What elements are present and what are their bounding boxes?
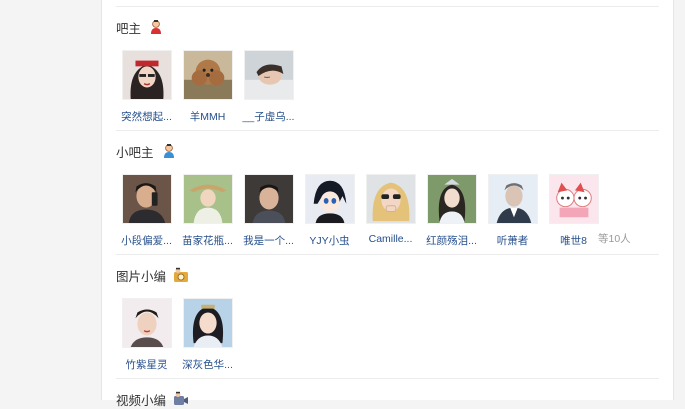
divider bbox=[116, 378, 659, 379]
member-card[interactable]: Camille... bbox=[360, 174, 421, 248]
avatar[interactable] bbox=[304, 174, 355, 224]
section-title-video-editors: 视频小编 bbox=[116, 389, 189, 409]
member-name[interactable]: __子虚乌... bbox=[238, 109, 299, 124]
section-title-text: 视频小编 bbox=[116, 393, 167, 408]
member-card[interactable]: 听萧者 bbox=[482, 174, 543, 248]
avatar[interactable] bbox=[121, 298, 172, 348]
sub-owner-badge-icon bbox=[163, 144, 174, 158]
member-name[interactable]: 唯世8 bbox=[543, 233, 604, 248]
section-title-text: 小吧主 bbox=[116, 145, 154, 160]
member-card[interactable]: 竹紫星灵 bbox=[116, 298, 177, 372]
avatar[interactable] bbox=[182, 50, 233, 100]
member-card[interactable]: 唯世8 bbox=[543, 174, 604, 248]
member-name[interactable]: 红颜殇泪... bbox=[421, 233, 482, 248]
more-count[interactable]: 等10人 bbox=[598, 231, 631, 246]
photo-editor-list: 竹紫星灵 深灰色华... bbox=[116, 298, 238, 372]
member-card[interactable]: 小段偏爱... bbox=[116, 174, 177, 248]
avatar[interactable] bbox=[426, 174, 477, 224]
member-card[interactable]: 苗家花瓶... bbox=[177, 174, 238, 248]
video-editor-badge-icon bbox=[174, 391, 189, 405]
member-card[interactable]: 深灰色华... bbox=[177, 298, 238, 372]
sub-owner-list: 小段偏爱... 苗家花瓶... 我是一个... YJY小虫 Camille...… bbox=[116, 174, 631, 248]
member-name[interactable]: 羊MMH bbox=[177, 109, 238, 124]
divider bbox=[116, 130, 659, 131]
member-card[interactable]: __子虚乌... bbox=[238, 50, 299, 124]
avatar[interactable] bbox=[121, 50, 172, 100]
member-name[interactable]: 苗家花瓶... bbox=[177, 233, 238, 248]
member-card[interactable]: 红颜殇泪... bbox=[421, 174, 482, 248]
member-name[interactable]: 我是一个... bbox=[238, 233, 299, 248]
photo-editor-badge-icon bbox=[174, 267, 189, 282]
forum-managers-panel: 吧主 突然想起... 羊MMH __子虚乌... 小吧主 小段偏爱... 苗家花… bbox=[101, 0, 674, 408]
member-name[interactable]: 竹紫星灵 bbox=[116, 357, 177, 372]
section-title-text: 吧主 bbox=[116, 21, 142, 36]
avatar[interactable] bbox=[243, 50, 294, 100]
member-name[interactable]: 深灰色华... bbox=[177, 357, 238, 372]
member-name[interactable]: YJY小虫 bbox=[299, 233, 360, 248]
avatar[interactable] bbox=[365, 174, 416, 224]
section-title-photo-editors: 图片小编 bbox=[116, 265, 189, 285]
member-card[interactable]: 羊MMH bbox=[177, 50, 238, 124]
divider bbox=[116, 254, 659, 255]
member-card[interactable]: 我是一个... bbox=[238, 174, 299, 248]
section-title-sub-owners: 小吧主 bbox=[116, 141, 177, 161]
member-name[interactable]: 突然想起... bbox=[116, 109, 177, 124]
avatar[interactable] bbox=[243, 174, 294, 224]
divider bbox=[116, 6, 659, 7]
member-name[interactable]: Camille... bbox=[360, 233, 421, 245]
avatar[interactable] bbox=[121, 174, 172, 224]
member-card[interactable]: 突然想起... bbox=[116, 50, 177, 124]
member-name[interactable]: 小段偏爱... bbox=[116, 233, 177, 248]
member-card[interactable]: YJY小虫 bbox=[299, 174, 360, 248]
owner-list: 突然想起... 羊MMH __子虚乌... bbox=[116, 50, 299, 124]
avatar[interactable] bbox=[548, 174, 599, 224]
avatar[interactable] bbox=[182, 298, 233, 348]
avatar[interactable] bbox=[182, 174, 233, 224]
member-name[interactable]: 听萧者 bbox=[482, 233, 543, 248]
owner-badge-icon bbox=[151, 20, 162, 34]
avatar[interactable] bbox=[487, 174, 538, 224]
section-title-owners: 吧主 bbox=[116, 17, 164, 37]
section-title-text: 图片小编 bbox=[116, 269, 167, 284]
